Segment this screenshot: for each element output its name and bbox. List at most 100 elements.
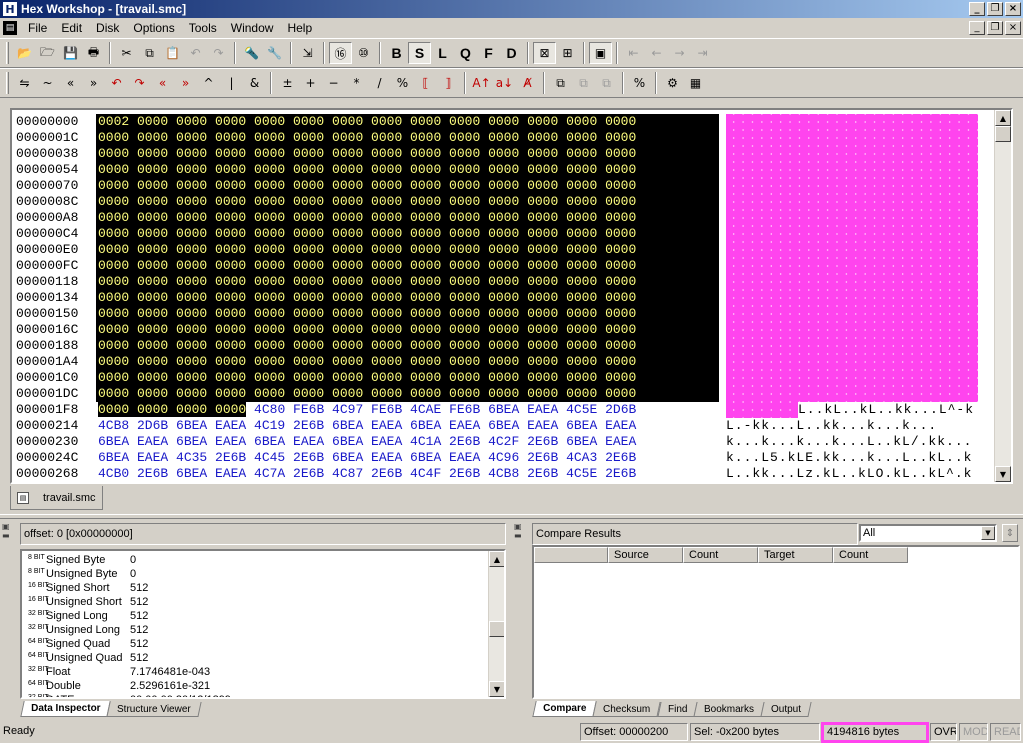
not-icon[interactable]: ~ [36,72,59,94]
ascii-text[interactable]: L..kk...Lz.kL..kLO.kL..kL^.k [726,466,972,482]
menu-edit[interactable]: Edit [54,21,89,35]
hex-bytes[interactable]: 0000 0000 0000 0000 0000 0000 0000 0000 … [98,146,637,162]
forward-icon[interactable]: → [668,42,691,64]
selected-bytes[interactable]: 0000 0000 0000 0000 [98,402,247,417]
selected-bytes[interactable]: 0000 0000 0000 0000 0000 0000 0000 0000 … [98,226,637,241]
hex-bytes[interactable]: 0000 0000 0000 0000 0000 0000 0000 0000 … [98,178,637,194]
inspector-row[interactable]: 8 BIT Unsigned Byte 0 [22,567,492,581]
calculator-icon[interactable]: ▦ [684,72,707,94]
lowercase-icon[interactable]: a↓ [493,72,516,94]
doc-close-button[interactable]: × [1005,21,1021,35]
ascii-selection-block[interactable] [726,258,978,274]
ascii-selection-block[interactable] [726,226,978,242]
hex-bytes[interactable]: 0000 0000 0000 0000 0000 0000 0000 0000 … [98,322,637,338]
rotate-right-icon[interactable]: ↷ [128,72,151,94]
hex-base-icon[interactable]: ⑯ [329,42,352,64]
hex-bytes[interactable]: 6BEA EAEA 6BEA EAEA 6BEA EAEA 6BEA EAEA … [98,434,636,450]
hex-row[interactable]: 00000150 0000 0000 0000 0000 0000 0000 00… [12,306,1002,322]
shift-left-icon[interactable]: « [59,72,82,94]
ascii-selection-block[interactable] [726,290,978,306]
scroll-thumb[interactable] [995,126,1011,142]
hex-bytes[interactable]: 0000 0000 0000 0000 4C80 FE6B 4C97 FE6B … [98,402,636,418]
hex-bytes[interactable]: 0000 0000 0000 0000 0000 0000 0000 0000 … [98,354,637,370]
hex-bytes[interactable]: 0000 0000 0000 0000 0000 0000 0000 0000 … [98,274,637,290]
hex-bytes[interactable]: 0000 0000 0000 0000 0000 0000 0000 0000 … [98,130,637,146]
hex-bytes[interactable]: 0000 0000 0000 0000 0000 0000 0000 0000 … [98,210,637,226]
block-shift-right-icon[interactable]: » [174,72,197,94]
scroll-up-icon[interactable]: ▲ [489,551,504,567]
find-icon[interactable]: 🔦 [240,42,263,64]
tab-checksum[interactable]: Checksum [592,702,662,717]
ascii-selection-block[interactable] [726,114,978,130]
invert-case-icon[interactable]: Ⱥ [516,72,539,94]
scroll-up-icon[interactable]: ▲ [995,110,1011,126]
ascii-text[interactable]: k...L5.kLE.kk...k...L..kL..k [726,450,972,466]
compare-next-icon[interactable]: ⧉ [572,72,595,94]
compare-prev-icon[interactable]: ⧉ [595,72,618,94]
unselected-bytes[interactable]: 4CB0 2E6B 6BEA EAEA 4C7A 2E6B 4C87 2E6B … [98,466,636,481]
tab-find[interactable]: Find [657,702,698,717]
ascii-selection-block[interactable] [726,338,978,354]
hex-row[interactable]: 00000268 4CB0 2E6B 6BEA EAEA 4C7A 2E6B 4C… [12,466,1002,482]
doc-restore-button[interactable]: ❐ [987,21,1003,35]
selected-bytes[interactable]: 0000 0000 0000 0000 0000 0000 0000 0000 … [98,130,637,145]
selected-bytes[interactable]: 0000 0000 0000 0000 0000 0000 0000 0000 … [98,194,637,209]
col-header-target[interactable]: Target [758,547,833,563]
double-button[interactable]: D [500,42,523,64]
decimal-base-icon[interactable]: ⑩ [352,42,375,64]
undo-icon[interactable]: ↶ [184,42,207,64]
selected-bytes[interactable]: 0000 0000 0000 0000 0000 0000 0000 0000 … [98,306,637,321]
unselected-bytes[interactable]: 4C80 FE6B 4C97 FE6B 4CAE FE6B 6BEA EAEA … [246,402,636,417]
ascii-selection-block[interactable] [726,130,978,146]
selected-bytes[interactable]: 0000 0000 0000 0000 0000 0000 0000 0000 … [98,258,637,273]
panel-grip[interactable]: ▣ ▬ [514,522,522,718]
hex-bytes[interactable]: 0000 0000 0000 0000 0000 0000 0000 0000 … [98,290,637,306]
minimize-button[interactable]: _ [969,2,985,16]
tab-compare[interactable]: Compare [532,701,598,717]
view-icon[interactable]: ▣ [589,42,612,64]
multiply-icon[interactable]: * [345,72,368,94]
paste-icon[interactable]: 📋 [161,42,184,64]
toolbar-grip[interactable] [6,42,9,64]
menu-file[interactable]: File [21,21,54,35]
ascii-text[interactable]: k...k...k...k...L..kL/.kk... [726,434,972,450]
hex-bytes[interactable]: 0000 0000 0000 0000 0000 0000 0000 0000 … [98,306,637,322]
xor-icon[interactable]: ^ [197,72,220,94]
inspector-row[interactable]: 16 BIT Signed Short 512 [22,581,492,595]
hex-bytes[interactable]: 0000 0000 0000 0000 0000 0000 0000 0000 … [98,386,637,402]
hex-row[interactable]: 000001DC 0000 0000 0000 0000 0000 0000 00… [12,386,1002,402]
open-file-icon[interactable]: 🗁 [36,42,59,64]
block-right-icon[interactable]: ⟧ [437,72,460,94]
inspector-row[interactable]: 8 BIT Signed Byte 0 [22,553,492,567]
save-icon[interactable]: 💾 [59,42,82,64]
hex-row[interactable]: 00000054 0000 0000 0000 0000 0000 0000 00… [12,162,1002,178]
ascii-selection-block[interactable] [726,354,978,370]
col-header-count-2[interactable]: Count [833,547,908,563]
scroll-down-icon[interactable]: ▼ [995,466,1011,482]
inspector-scrollbar[interactable]: ▲ ▼ [488,551,504,697]
hex-bytes[interactable]: 0002 0000 0000 0000 0000 0000 0000 0000 … [98,114,637,130]
hex-row[interactable]: 00000230 6BEA EAEA 6BEA EAEA 6BEA EAEA 6B… [12,434,1002,450]
panel-grip[interactable]: ▣ ▬ [2,522,10,718]
byte-button[interactable]: B [385,42,408,64]
divide-icon[interactable]: / [368,72,391,94]
document-icon[interactable]: ▤ [3,21,17,35]
subtract-icon[interactable]: − [322,72,345,94]
shift-right-icon[interactable]: » [82,72,105,94]
selected-bytes[interactable]: 0000 0000 0000 0000 0000 0000 0000 0000 … [98,322,637,337]
ascii-selection-block[interactable] [726,210,978,226]
menu-tools[interactable]: Tools [182,21,224,35]
hex-bytes[interactable]: 4CB8 2D6B 6BEA EAEA 4C19 2E6B 6BEA EAEA … [98,418,636,434]
block-left-icon[interactable]: ⟦ [414,72,437,94]
hex-row[interactable]: 000000E0 0000 0000 0000 0000 0000 0000 00… [12,242,1002,258]
horizontal-splitter[interactable] [0,514,1023,519]
selected-bytes[interactable]: 0000 0000 0000 0000 0000 0000 0000 0000 … [98,242,637,257]
ascii-selection-block[interactable] [726,306,978,322]
selected-bytes[interactable]: 0000 0000 0000 0000 0000 0000 0000 0000 … [98,386,637,401]
ascii-text[interactable]: L..kL..kL..kk...L^-k [798,402,974,418]
hex-row[interactable]: 00000038 0000 0000 0000 0000 0000 0000 00… [12,146,1002,162]
unselected-bytes[interactable]: 6BEA EAEA 6BEA EAEA 6BEA EAEA 6BEA EAEA … [98,434,636,449]
hex-row[interactable]: 000000C4 0000 0000 0000 0000 0000 0000 00… [12,226,1002,242]
back-icon[interactable]: ← [645,42,668,64]
col-header-blank[interactable] [534,547,608,563]
